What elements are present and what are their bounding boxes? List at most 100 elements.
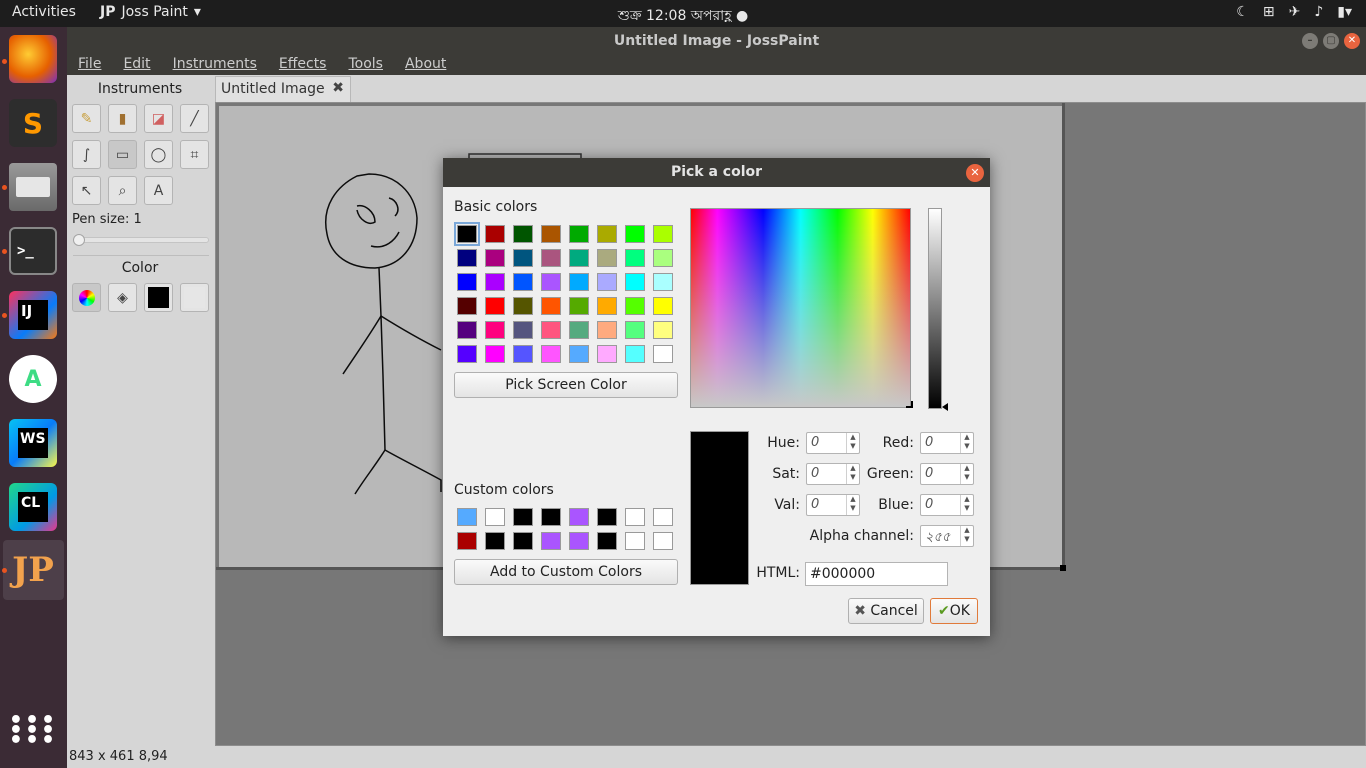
sublime-text-icon[interactable]: S	[9, 99, 57, 147]
color-spectrum[interactable]	[690, 208, 911, 408]
basic-color-swatch[interactable]	[541, 345, 561, 363]
color-picker-tool[interactable]	[72, 283, 101, 312]
basic-color-swatch[interactable]	[541, 273, 561, 291]
basic-color-swatch[interactable]	[485, 249, 505, 267]
crop-tool[interactable]: ⌗	[180, 140, 209, 169]
tab-close-icon[interactable]: ✖	[332, 80, 344, 96]
basic-color-swatch[interactable]	[485, 321, 505, 339]
sat-spinbox[interactable]: 0 ▲ ▼	[806, 463, 860, 485]
rectangle-tool[interactable]: ▭	[108, 140, 137, 169]
basic-color-swatch[interactable]	[457, 249, 477, 267]
custom-color-swatch[interactable]	[569, 508, 589, 526]
basic-color-swatch[interactable]	[513, 321, 533, 339]
basic-color-swatch[interactable]	[513, 345, 533, 363]
spin-arrows-icon[interactable]: ▲ ▼	[846, 433, 859, 453]
basic-color-swatch[interactable]	[569, 249, 589, 267]
custom-color-swatch[interactable]	[653, 532, 673, 550]
custom-color-swatch[interactable]	[597, 508, 617, 526]
menu-tools[interactable]: Tools	[337, 55, 394, 75]
files-icon[interactable]	[9, 163, 57, 211]
basic-color-swatch[interactable]	[625, 225, 645, 243]
basic-color-swatch[interactable]	[653, 321, 673, 339]
value-slider[interactable]	[928, 208, 942, 409]
basic-color-swatch[interactable]	[569, 345, 589, 363]
custom-color-swatch[interactable]	[625, 508, 645, 526]
menu-file[interactable]: File	[67, 55, 112, 75]
basic-color-swatch[interactable]	[569, 225, 589, 243]
pick-screen-color-button[interactable]: Pick Screen Color	[454, 372, 678, 398]
basic-color-swatch[interactable]	[597, 321, 617, 339]
val-spinbox[interactable]: 0 ▲ ▼	[806, 494, 860, 516]
green-spinbox[interactable]: 0 ▲ ▼	[920, 463, 974, 485]
minimize-button[interactable]: –	[1302, 33, 1318, 49]
custom-color-swatch[interactable]	[569, 532, 589, 550]
hue-spinbox[interactable]: 0 ▲ ▼	[806, 432, 860, 454]
basic-color-swatch[interactable]	[597, 225, 617, 243]
terminal-icon[interactable]: >_	[9, 227, 57, 275]
basic-color-swatch[interactable]	[625, 321, 645, 339]
custom-color-swatch[interactable]	[625, 532, 645, 550]
basic-color-swatch[interactable]	[653, 273, 673, 291]
basic-color-swatch[interactable]	[653, 345, 673, 363]
basic-color-swatch[interactable]	[513, 297, 533, 315]
zoom-tool[interactable]: ⌕	[108, 176, 137, 205]
secondary-color-button[interactable]	[180, 283, 209, 312]
eraser-tool[interactable]: ◪	[144, 104, 173, 133]
custom-color-swatch[interactable]	[513, 532, 533, 550]
spin-arrows-icon[interactable]: ▲ ▼	[960, 526, 973, 546]
line-tool[interactable]: ╱	[180, 104, 209, 133]
alpha-spinbox[interactable]: ২৫৫ ▲ ▼	[920, 525, 974, 547]
custom-color-swatch[interactable]	[541, 532, 561, 550]
clion-icon[interactable]: CL	[9, 483, 57, 531]
spin-arrows-icon[interactable]: ▲ ▼	[960, 495, 973, 515]
custom-color-swatch[interactable]	[653, 508, 673, 526]
system-tray[interactable]: ☾ ⊞ ✈ ♪ ▮▾	[1236, 4, 1352, 20]
menu-edit[interactable]: Edit	[112, 55, 161, 75]
html-color-input[interactable]: #000000	[805, 562, 948, 586]
dialog-close-button[interactable]: ✕	[966, 164, 984, 182]
basic-color-swatch[interactable]	[625, 249, 645, 267]
basic-color-swatch[interactable]	[457, 273, 477, 291]
basic-color-swatch[interactable]	[541, 225, 561, 243]
firefox-icon[interactable]	[9, 35, 57, 83]
basic-color-swatch[interactable]	[457, 321, 477, 339]
basic-color-swatch[interactable]	[457, 297, 477, 315]
blue-spinbox[interactable]: 0 ▲ ▼	[920, 494, 974, 516]
basic-color-swatch[interactable]	[485, 273, 505, 291]
pencil-tool[interactable]: ✎	[72, 104, 101, 133]
cancel-button[interactable]: ✖ Cancel	[848, 598, 924, 624]
menu-effects[interactable]: Effects	[268, 55, 338, 75]
custom-color-swatch[interactable]	[485, 508, 505, 526]
window-titlebar[interactable]: Untitled Image - JossPaint – ▢ ✕	[67, 27, 1366, 55]
spin-arrows-icon[interactable]: ▲ ▼	[960, 464, 973, 484]
clock[interactable]: শুক্র 12:08 অপরাহ্ণ ●	[0, 4, 1366, 28]
webstorm-icon[interactable]: WS	[9, 419, 57, 467]
ellipse-tool[interactable]: ◯	[144, 140, 173, 169]
basic-color-swatch[interactable]	[541, 321, 561, 339]
show-applications-icon[interactable]: ••• ••• •••	[9, 707, 57, 755]
pen-size-slider-handle[interactable]	[73, 234, 85, 246]
add-custom-colors-button[interactable]: Add to Custom Colors	[454, 559, 678, 585]
basic-color-swatch[interactable]	[597, 273, 617, 291]
pen-size-slider[interactable]	[73, 237, 209, 243]
android-studio-icon[interactable]: A	[9, 355, 57, 403]
basic-color-swatch[interactable]	[513, 225, 533, 243]
custom-color-swatch[interactable]	[541, 508, 561, 526]
basic-color-swatch[interactable]	[513, 249, 533, 267]
basic-color-swatch[interactable]	[569, 297, 589, 315]
red-spinbox[interactable]: 0 ▲ ▼	[920, 432, 974, 454]
curve-tool[interactable]: ∫	[72, 140, 101, 169]
custom-color-swatch[interactable]	[457, 508, 477, 526]
custom-color-swatch[interactable]	[597, 532, 617, 550]
text-tool[interactable]: A	[144, 176, 173, 205]
basic-color-swatch[interactable]	[597, 297, 617, 315]
menu-about[interactable]: About	[394, 55, 457, 75]
basic-color-swatch[interactable]	[625, 273, 645, 291]
basic-color-swatch[interactable]	[485, 345, 505, 363]
dialog-titlebar[interactable]: Pick a color	[443, 158, 990, 187]
basic-color-swatch[interactable]	[653, 249, 673, 267]
primary-color-button[interactable]	[144, 283, 173, 312]
custom-color-swatch[interactable]	[485, 532, 505, 550]
basic-color-swatch[interactable]	[485, 225, 505, 243]
basic-color-swatch[interactable]	[457, 345, 477, 363]
